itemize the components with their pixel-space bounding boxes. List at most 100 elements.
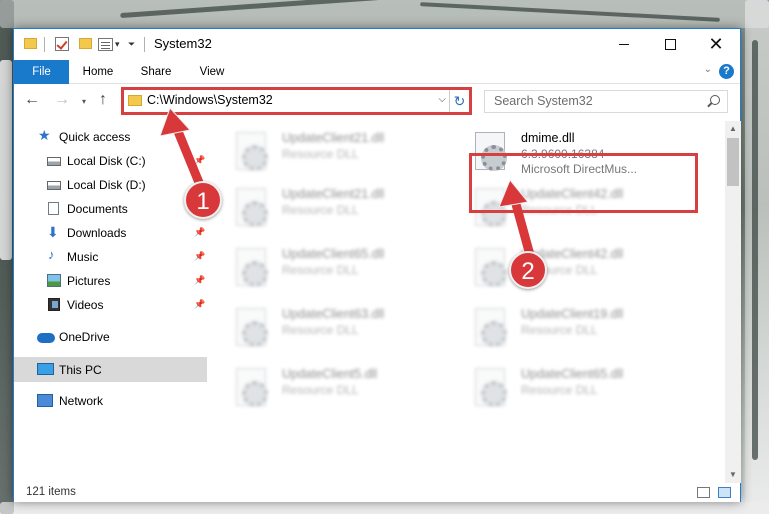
up-arrow-icon[interactable]: ↑	[99, 91, 107, 109]
tab-share[interactable]: Share	[134, 60, 178, 84]
sidebar-item-pictures[interactable]: Pictures 📌	[14, 270, 207, 292]
disk-icon	[47, 157, 61, 166]
tab-home[interactable]: Home	[76, 60, 120, 84]
customize-quick-access-icon[interactable]: ⏷	[128, 39, 135, 55]
dll-file-icon	[236, 368, 268, 407]
sidebar-item-music[interactable]: ♪ Music 📌	[14, 246, 207, 268]
explorer-window: ▾ ⏷ System32 ✕ File Home Share View ⌄ ? …	[13, 28, 741, 502]
sidebar-item-network[interactable]: Network	[14, 390, 207, 412]
sidebar-item-videos[interactable]: Videos 📌	[14, 294, 207, 316]
maximize-button[interactable]	[647, 29, 693, 59]
file-description: Resource DLL	[521, 383, 598, 397]
sidebar-item-downloads[interactable]: ⬇ Downloads 📌	[14, 222, 207, 244]
file-list: UpdateClient21.dll Resource DLL dmime.dl…	[209, 121, 724, 483]
pictures-icon	[47, 274, 61, 287]
sidebar-item-documents[interactable]: Documents	[14, 198, 207, 220]
pin-icon[interactable]: 📌	[194, 251, 205, 262]
sidebar-item-label: Music	[67, 250, 99, 264]
window-title: System32	[154, 36, 212, 51]
dll-file-icon	[475, 368, 507, 407]
properties-check-icon[interactable]	[55, 37, 69, 51]
title-bar: ▾ ⏷ System32 ✕	[14, 29, 740, 60]
dll-file-icon	[236, 248, 268, 287]
recent-locations-icon[interactable]: ▾	[82, 97, 86, 106]
sidebar-item-label: Local Disk (D:)	[67, 178, 146, 192]
file-item[interactable]: UpdateClient65.dll Resource DLL	[448, 361, 678, 413]
scroll-down-icon[interactable]: ▼	[725, 467, 741, 483]
close-button[interactable]: ✕	[693, 29, 739, 59]
file-description: Resource DLL	[282, 147, 359, 161]
file-item[interactable]: UpdateClient63.dll Resource DLL	[209, 301, 439, 353]
new-folder-icon[interactable]	[79, 38, 92, 49]
network-icon	[37, 394, 53, 407]
step-2-badge: 2	[509, 251, 547, 289]
file-description: Resource DLL	[521, 323, 598, 337]
navigation-pane: ★ Quick access Local Disk (C:) 📌 Local D…	[14, 121, 207, 483]
toolbar-separator	[144, 37, 145, 52]
sidebar-item-label: This PC	[59, 363, 102, 377]
folder-icon	[128, 95, 142, 106]
chevron-down-icon[interactable]: ⌵	[438, 94, 446, 105]
download-icon: ⬇	[47, 224, 59, 240]
tab-view[interactable]: View	[191, 60, 233, 84]
address-bar[interactable]: C:\Windows\System32 ⌵ ↻	[121, 87, 472, 115]
sidebar-item-label: Network	[59, 394, 104, 408]
file-name: UpdateClient65.dll	[521, 367, 624, 381]
customize-icon[interactable]	[98, 38, 113, 51]
large-icons-view-icon[interactable]	[718, 487, 731, 498]
file-item[interactable]: UpdateClient42.dll Resource DLL	[448, 241, 678, 293]
pin-icon[interactable]: 📌	[194, 155, 205, 166]
status-bar: 121 items	[14, 483, 740, 502]
star-icon: ★	[38, 127, 51, 143]
minimize-button[interactable]	[601, 29, 647, 59]
sidebar-item-this-pc[interactable]: This PC	[14, 357, 207, 382]
search-box[interactable]: Search System32	[484, 90, 728, 113]
pin-icon[interactable]: 📌	[194, 275, 205, 286]
address-path[interactable]: C:\Windows\System32	[147, 93, 273, 107]
dll-file-icon	[236, 308, 268, 347]
music-icon: ♪	[48, 247, 55, 262]
expand-ribbon-icon[interactable]: ⌄	[704, 64, 712, 75]
documents-icon	[48, 202, 59, 215]
dll-file-icon	[236, 188, 268, 227]
file-name: UpdateClient63.dll	[282, 307, 385, 321]
scrollbar-thumb[interactable]	[727, 138, 739, 186]
forward-arrow-icon[interactable]: →	[54, 91, 70, 109]
folder-icon	[24, 38, 37, 49]
file-item[interactable]: UpdateClient19.dll Resource DLL	[448, 301, 678, 353]
disk-icon	[47, 181, 61, 190]
sidebar-item-onedrive[interactable]: OneDrive	[14, 326, 207, 348]
ribbon-tabs: File Home Share View ⌄ ?	[14, 60, 740, 84]
scroll-up-icon[interactable]: ▲	[725, 121, 741, 137]
file-item[interactable]: UpdateClient65.dll Resource DLL	[209, 241, 439, 293]
pin-icon[interactable]: 📌	[194, 299, 205, 310]
file-item[interactable]: UpdateClient21.dll Resource DLL	[209, 125, 439, 177]
search-input[interactable]: Search System32	[494, 94, 593, 108]
file-name: dmime.dll	[521, 131, 575, 145]
file-description: Resource DLL	[282, 383, 359, 397]
vertical-scrollbar[interactable]: ▲ ▼	[725, 121, 741, 483]
file-item[interactable]: UpdateClient5.dll Resource DLL	[209, 361, 439, 413]
search-icon[interactable]	[710, 95, 720, 105]
chevron-down-icon[interactable]: ▾	[115, 39, 120, 55]
file-item[interactable]: UpdateClient21.dll Resource DLL	[209, 181, 439, 233]
sidebar-item-label: Local Disk (C:)	[67, 154, 146, 168]
back-arrow-icon[interactable]: ←	[24, 91, 40, 109]
dmime-highlight-box	[469, 153, 698, 213]
sidebar-item-label: Pictures	[67, 274, 111, 288]
toolbar-separator	[44, 37, 45, 52]
sidebar-item-local-disk-c[interactable]: Local Disk (C:) 📌	[14, 150, 207, 172]
tab-file[interactable]: File	[14, 60, 69, 84]
onedrive-icon	[37, 333, 55, 343]
help-icon[interactable]: ?	[719, 64, 734, 79]
refresh-icon[interactable]: ↻	[449, 90, 469, 112]
sidebar-item-label: Quick access	[59, 130, 131, 144]
file-description: Resource DLL	[282, 263, 359, 277]
sidebar-item-local-disk-d[interactable]: Local Disk (D:)	[14, 174, 207, 196]
pin-icon[interactable]: 📌	[194, 227, 205, 238]
sidebar-item-label: Videos	[67, 298, 104, 312]
details-view-icon[interactable]	[697, 487, 710, 498]
sidebar-item-quick-access[interactable]: ★ Quick access	[14, 126, 207, 148]
dll-file-icon	[475, 248, 507, 287]
file-name: UpdateClient21.dll	[282, 131, 385, 145]
